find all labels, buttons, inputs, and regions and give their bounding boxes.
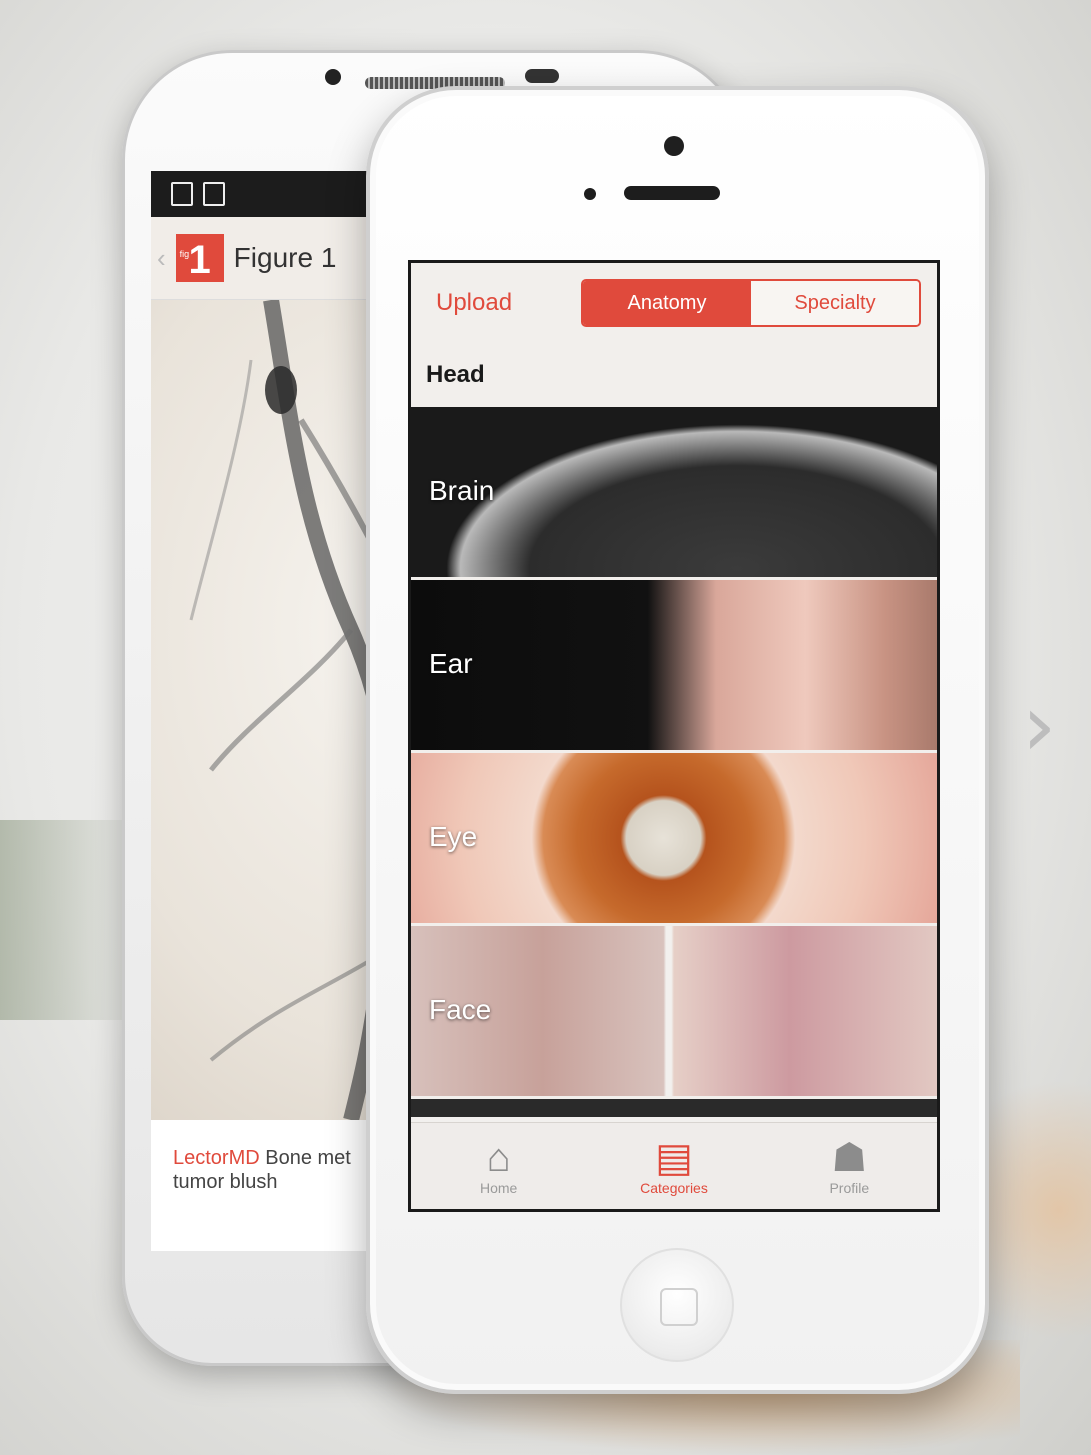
iphone-sensor xyxy=(584,188,596,200)
tabbar-categories[interactable]: ▤ Categories xyxy=(586,1123,761,1209)
top-bar: Upload Anatomy Specialty xyxy=(411,263,937,343)
tabbar-home[interactable]: ⌂ Home xyxy=(411,1123,586,1209)
caption-author[interactable]: LectorMD xyxy=(173,1147,260,1169)
iphone-front-camera xyxy=(664,136,684,156)
tab-anatomy[interactable]: Anatomy xyxy=(583,281,751,325)
category-tile-face[interactable]: Face xyxy=(411,926,937,1099)
segmented-control: Anatomy Specialty xyxy=(581,279,921,327)
background-blur-left xyxy=(0,820,140,1020)
iphone-earpiece xyxy=(624,186,720,200)
category-label: Ear xyxy=(429,648,473,679)
category-label: Brain xyxy=(429,475,495,506)
figure1-logo[interactable]: fig 1 xyxy=(175,234,224,282)
category-label: Eye xyxy=(429,821,478,852)
upload-button[interactable]: Upload xyxy=(436,289,581,317)
app-title: Figure 1 xyxy=(233,242,337,273)
iphone-screen: Upload Anatomy Specialty Head Brain Ear … xyxy=(408,260,940,1212)
profile-icon: ☗ xyxy=(831,1136,868,1180)
category-list: Brain Ear Eye Face xyxy=(411,407,937,1117)
android-camera xyxy=(325,69,341,85)
category-tile-ear[interactable]: Ear xyxy=(411,580,937,753)
chevron-right-icon[interactable]: › xyxy=(1022,683,1082,769)
home-square-icon xyxy=(660,1288,698,1326)
image-icon xyxy=(203,182,225,206)
iphone-home-button[interactable] xyxy=(620,1248,734,1362)
category-tile-brain[interactable]: Brain xyxy=(411,407,937,580)
category-tile-eye[interactable]: Eye xyxy=(411,753,937,926)
categories-icon: ▤ xyxy=(655,1136,693,1180)
tab-bar: ⌂ Home ▤ Categories ☗ Profile xyxy=(411,1122,937,1209)
iphone: Upload Anatomy Specialty Head Brain Ear … xyxy=(366,86,989,1394)
android-sensor xyxy=(525,69,559,83)
notification-icon xyxy=(171,182,193,206)
tabbar-profile[interactable]: ☗ Profile xyxy=(762,1123,937,1209)
tab-specialty[interactable]: Specialty xyxy=(751,281,919,325)
back-chevron-icon[interactable]: ‹ xyxy=(157,243,166,274)
category-label: Face xyxy=(429,994,492,1025)
category-tile-partial[interactable] xyxy=(411,1099,937,1117)
home-icon: ⌂ xyxy=(486,1136,511,1180)
section-title: Head xyxy=(411,343,937,407)
